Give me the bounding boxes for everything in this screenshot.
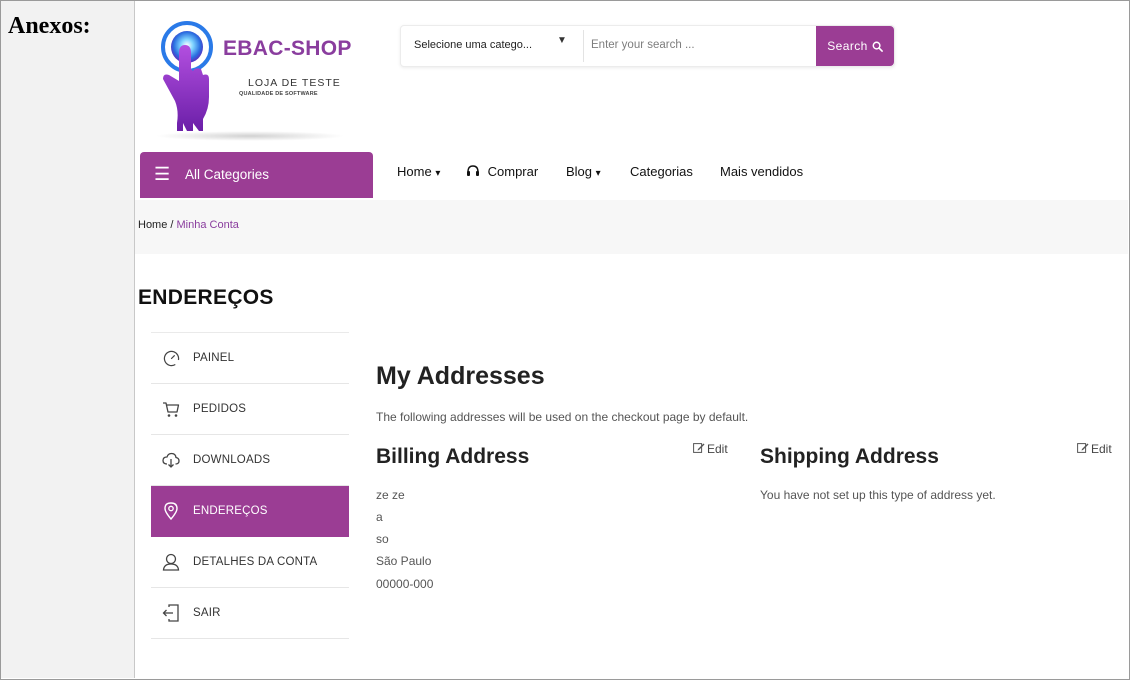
nav-item-label: Home [397,164,432,179]
nav-item-label: Mais vendidos [720,164,804,179]
billing-edit-link[interactable]: Edit [693,442,728,456]
edit-icon [1077,442,1089,456]
account-menu: PAINEL PEDIDOS DOWNLOADS ENDEREÇOS DETAL… [151,332,349,639]
screenshot-area: EBAC-SHOP LOJA DE TESTE QUALIDADE DE SOF… [135,1,1128,678]
nav-item-comprar[interactable]: Comprar [466,164,538,179]
chevron-down-icon[interactable]: ▼ [557,35,567,46]
account-menu-item-downloads[interactable]: DOWNLOADS [151,435,349,486]
nav-item-home[interactable]: Home ▾ [397,164,440,179]
caret-down-icon: ▾ [435,168,441,179]
shipping-edit-link[interactable]: Edit [1077,442,1112,456]
logo-tagline: QUALIDADE DE SOFTWARE [239,91,318,97]
account-menu-label: ENDEREÇOS [193,505,268,517]
account-menu-item-detalhes-da-conta[interactable]: DETALHES DA CONTA [151,537,349,588]
all-categories-label: All Categories [185,167,270,182]
nav-item-mais-vendidos[interactable]: Mais vendidos [720,164,803,179]
billing-line-address-2: so [376,532,389,546]
account-menu-label: DETALHES DA CONTA [193,556,318,568]
account-menu-item-painel[interactable]: PAINEL [151,333,349,384]
hamburger-menu-icon: ☰ [154,164,171,184]
page-title: ENDEREÇOS [138,286,274,309]
account-menu-label: PAINEL [193,352,235,364]
logo-shadow [155,131,345,141]
search-divider [583,30,584,62]
account-menu-item-enderecos[interactable]: ENDEREÇOS [151,486,349,537]
addresses-intro: The following addresses will be used on … [376,410,749,424]
all-categories-button[interactable]: ☰ All Categories [140,152,373,198]
search-button-label: Search [827,39,868,53]
user-icon [161,553,181,571]
caret-down-icon: ▾ [595,168,601,179]
dashboard-icon [161,349,181,367]
account-menu-item-sair[interactable]: SAIR [151,588,349,639]
location-pin-icon [161,502,181,520]
account-menu-label: SAIR [193,607,221,619]
search-category-select[interactable]: Selecione uma catego... [414,39,532,51]
account-menu-item-pedidos[interactable]: PEDIDOS [151,384,349,435]
account-menu-label: PEDIDOS [193,403,247,415]
breadcrumb-separator: / [167,219,177,231]
search-bar: Selecione uma catego... ▼ Search [400,25,895,67]
search-input[interactable] [591,32,811,58]
nav-item-label: Categorias [630,164,693,179]
cart-icon [161,400,181,418]
annex-column: Anexos: [1,1,135,678]
breadcrumb-home-link[interactable]: Home [138,219,167,231]
account-menu-label: DOWNLOADS [193,454,271,466]
billing-address-title: Billing Address [376,445,530,468]
billing-line-city: São Paulo [376,554,432,568]
search-icon [872,41,883,52]
search-button[interactable]: Search [816,26,894,66]
nav-item-categorias[interactable]: Categorias [630,164,693,179]
breadcrumb: Home / Minha Conta [138,219,239,231]
annex-label: Anexos: [8,13,91,39]
billing-line-postcode: 00000-000 [376,577,434,591]
shipping-empty-message: You have not set up this type of address… [760,488,996,502]
breadcrumb-current: Minha Conta [176,219,239,231]
cloud-download-icon [161,451,181,469]
billing-line-name: ze ze [376,488,405,502]
billing-line-address: a [376,510,383,524]
logo-brand-text: EBAC-SHOP [223,37,352,60]
nav-item-label: Comprar [487,164,539,179]
edit-label: Edit [707,442,728,456]
logout-icon [161,604,181,622]
edit-label: Edit [1091,442,1112,456]
breadcrumb-bar: Home / Minha Conta [135,200,1128,254]
nav-item-label: Blog [566,164,593,179]
edit-icon [693,442,705,456]
site-logo[interactable]: EBAC-SHOP LOJA DE TESTE QUALIDADE DE SOF… [155,19,355,141]
logo-subtitle: LOJA DE TESTE [248,77,341,89]
shipping-address-title: Shipping Address [760,445,939,468]
hand-logo-icon [161,21,213,131]
headset-icon [467,165,479,176]
addresses-heading: My Addresses [376,362,545,390]
nav-item-blog[interactable]: Blog ▾ [566,164,601,179]
